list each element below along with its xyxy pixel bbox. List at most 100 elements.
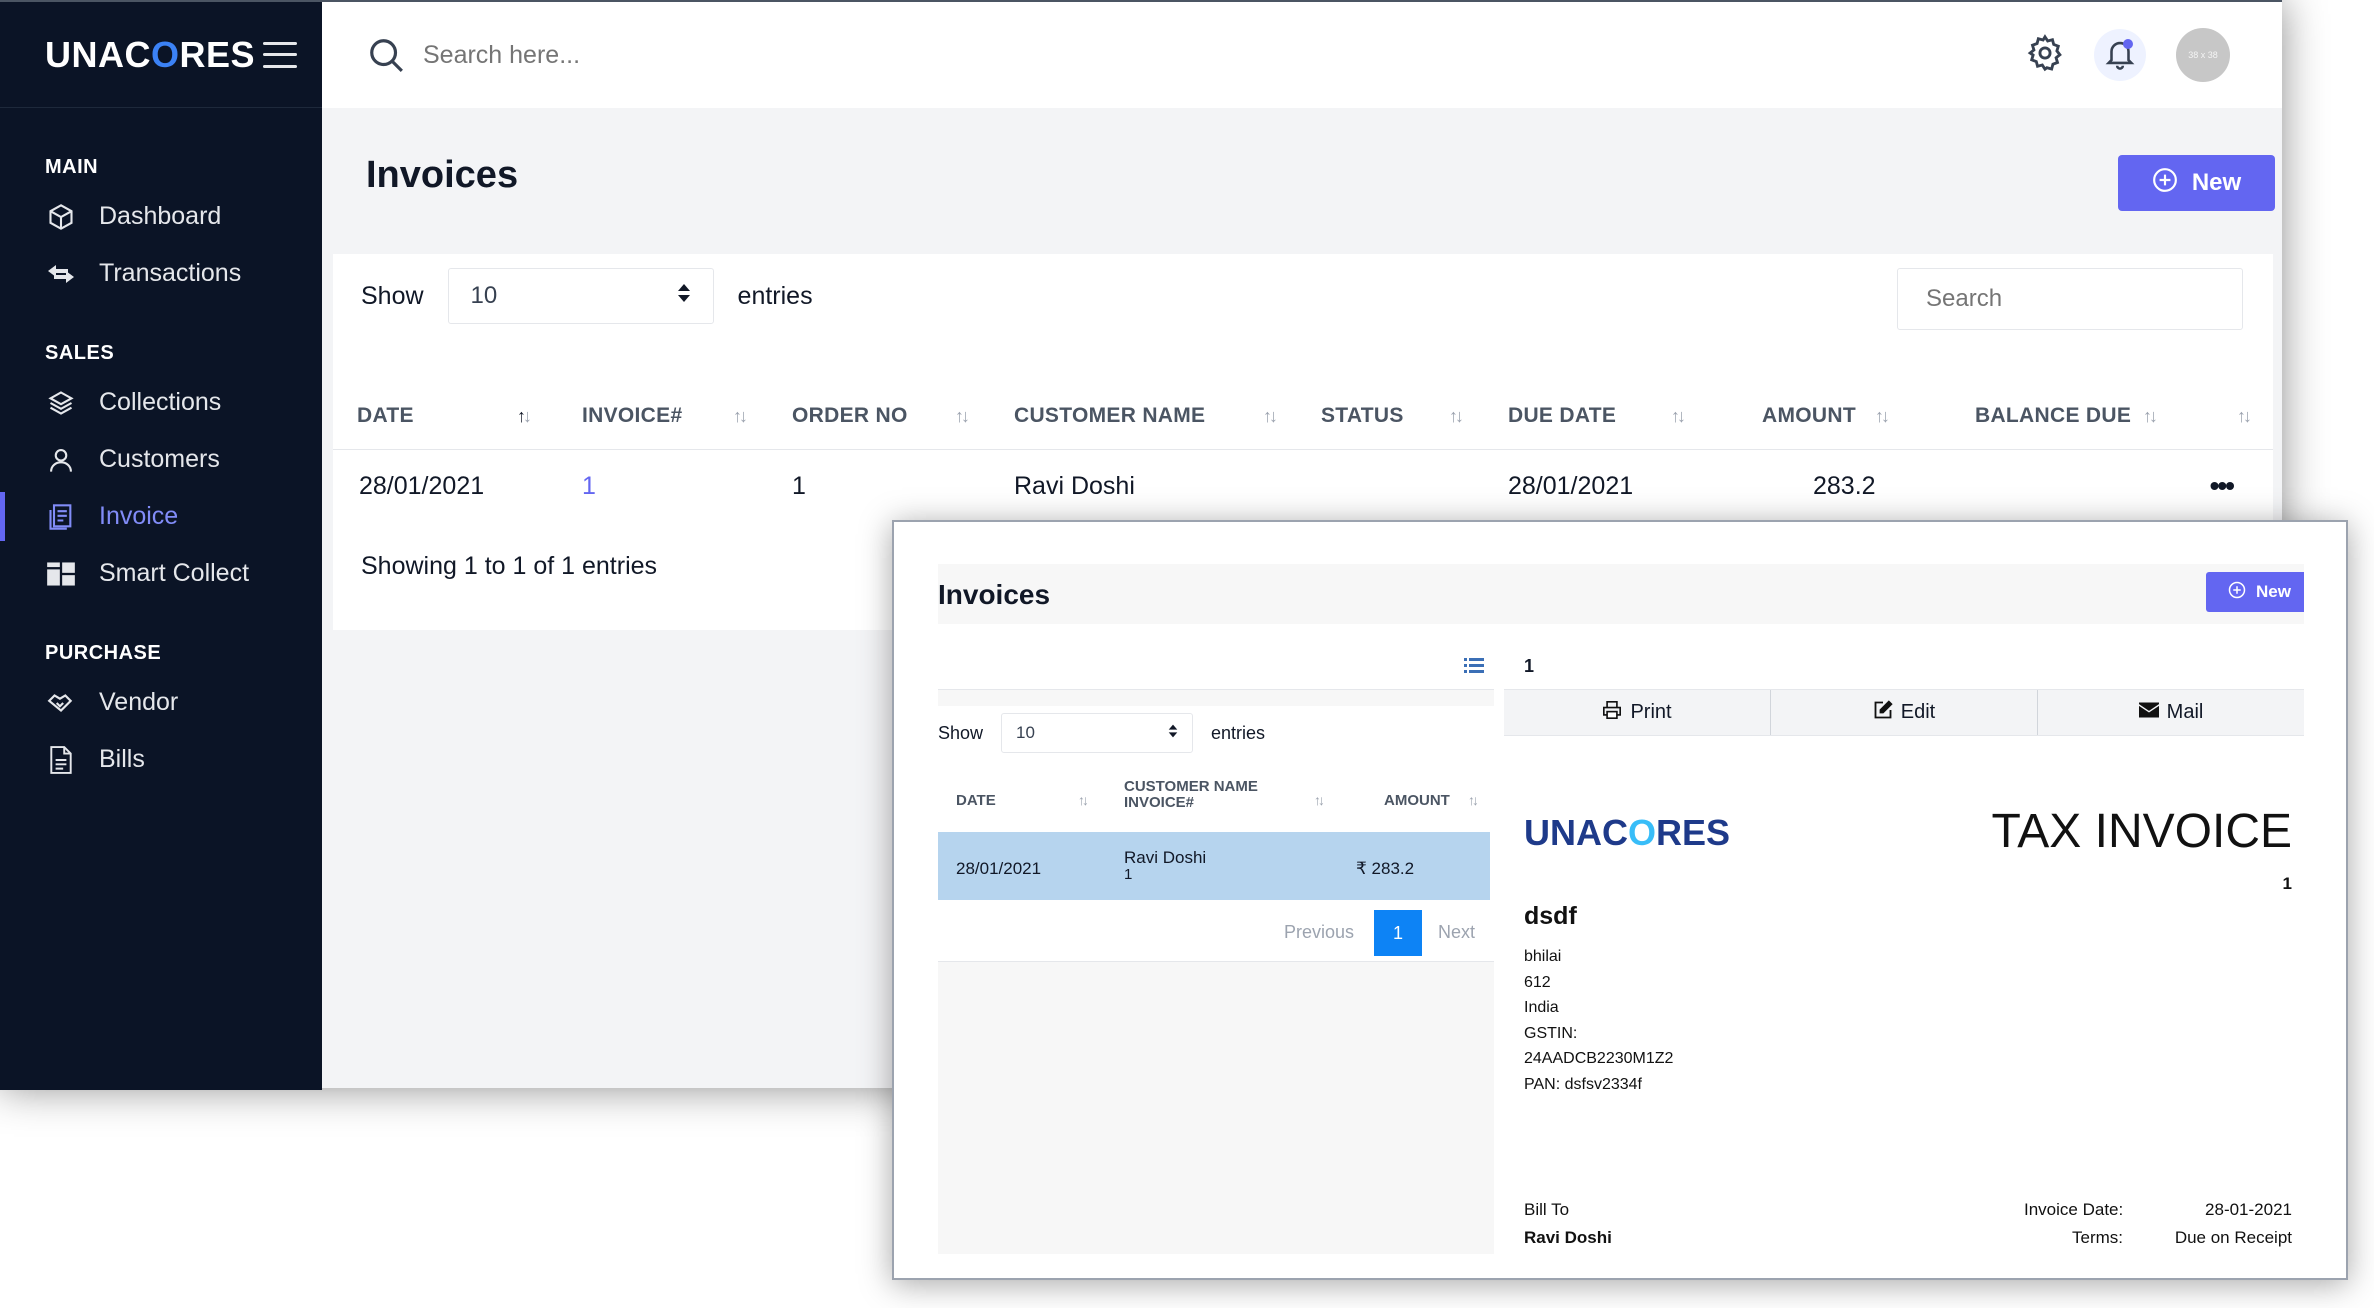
show-label: Show — [361, 281, 424, 310]
nav-section-sales: SALES — [45, 342, 115, 364]
terms-value: Due on Receipt — [2174, 1228, 2292, 1247]
brand-logo[interactable]: UNACORES — [45, 34, 255, 76]
sidebar-item-label: Bills — [99, 745, 145, 773]
entries-control: Show 10 entries — [361, 268, 813, 324]
avatar[interactable]: 38 x 38 — [2176, 28, 2230, 82]
mail-label: Mail — [2166, 701, 2204, 723]
new-invoice-button[interactable]: New — [2118, 155, 2275, 211]
sort-asc-icon[interactable]: ↑↓ — [1078, 792, 1089, 808]
global-search-input[interactable] — [423, 40, 1023, 70]
arrows-exchange-icon — [45, 258, 77, 290]
sidebar-item-label: Smart Collect — [99, 559, 250, 587]
sort-icon[interactable]: ↑↓ — [2237, 406, 2252, 427]
column-order-no[interactable]: ORDER NO — [792, 382, 908, 450]
table-row[interactable]: 28/01/2021 1 1 Ravi Doshi 28/01/2021 283… — [333, 450, 2273, 522]
pagination: Previous 1 Next — [938, 900, 1494, 962]
column-status[interactable]: STATUS — [1321, 382, 1404, 450]
row-actions-more-icon[interactable]: ••• — [2210, 470, 2235, 502]
sidebar-item-label: Customers — [99, 445, 220, 473]
sidebar-item-label: Vendor — [99, 688, 179, 716]
column-date[interactable]: DATE — [956, 768, 996, 832]
user-icon — [45, 444, 77, 476]
cell-invoice-link[interactable]: 1 — [582, 450, 596, 522]
document-icon — [45, 744, 77, 776]
sort-icon[interactable]: ↑↓ — [955, 406, 970, 427]
sidebar-item-transactions[interactable]: Transactions — [0, 245, 322, 302]
notifications-button[interactable] — [2094, 29, 2146, 81]
cell-due-date: 28/01/2021 — [1508, 471, 1634, 500]
sidebar-item-dashboard[interactable]: Dashboard — [0, 188, 322, 245]
column-invoice-number[interactable]: INVOICE# — [1124, 770, 1194, 834]
sort-icon[interactable]: ↑↓ — [1875, 406, 1890, 427]
entries-select[interactable]: 10 — [447, 268, 714, 324]
pagination-previous[interactable]: Previous — [1284, 922, 1354, 943]
preview-header — [938, 564, 2304, 624]
sidebar-item-customers[interactable]: Customers — [0, 431, 322, 488]
invoice-heading: TAX INVOICE — [1991, 805, 2293, 858]
envelope-icon — [2138, 701, 2159, 724]
new-button-label: New — [2191, 169, 2242, 196]
sort-icon[interactable]: ↑↓ — [1263, 406, 1278, 427]
pagination-next[interactable]: Next — [1438, 922, 1475, 943]
sidebar-item-bills[interactable]: Bills — [0, 731, 322, 788]
plus-circle-icon — [2228, 581, 2246, 604]
company-name: dsdf — [1524, 902, 1577, 930]
list-view-icon[interactable] — [1464, 656, 1484, 676]
sort-icon[interactable]: ↑↓ — [1314, 792, 1325, 808]
invoice-icon — [45, 501, 77, 533]
sidebar-item-collections[interactable]: Collections — [0, 374, 322, 431]
bill-to-label: Bill To — [1524, 1200, 1570, 1219]
invoice-date-value: 28-01-2021 — [2205, 1200, 2292, 1219]
pagination-page-current[interactable]: 1 — [1374, 910, 1422, 956]
sort-asc-icon[interactable]: ↑↓ — [517, 406, 532, 427]
sidebar-item-smart-collect[interactable]: Smart Collect — [0, 545, 322, 602]
sidebar-item-vendor[interactable]: Vendor — [0, 674, 322, 731]
sidebar-item-label: Dashboard — [99, 202, 222, 230]
mail-button[interactable]: Mail — [2038, 690, 2304, 735]
column-due-date[interactable]: DUE DATE — [1508, 382, 1616, 450]
top-actions: 38 x 38 — [2026, 28, 2230, 82]
column-customer-name[interactable]: CUSTOMER NAME — [1014, 382, 1205, 450]
column-amount[interactable]: AMOUNT — [1384, 768, 1450, 832]
column-balance-due[interactable]: BALANCE DUE — [1975, 382, 2131, 450]
cell-amount: 283.2 — [1813, 471, 1876, 500]
select-arrows-icon — [1168, 723, 1178, 744]
cell-invoice: 1 — [1124, 866, 1133, 883]
layers-icon — [45, 387, 77, 419]
gear-icon[interactable] — [2026, 33, 2064, 77]
cell-date: 28/01/2021 — [956, 859, 1042, 878]
sort-icon[interactable]: ↑↓ — [2143, 406, 2158, 427]
table-search-input[interactable] — [1897, 268, 2243, 330]
print-button[interactable]: Print — [1504, 690, 1771, 735]
address-line: 24AADCB2230M1Z2 — [1524, 1050, 1674, 1068]
column-amount[interactable]: AMOUNT — [1762, 382, 1856, 450]
notification-dot — [2123, 39, 2133, 49]
cell-date: 28/01/2021 — [359, 471, 485, 500]
sidebar-item-invoice[interactable]: Invoice — [0, 488, 322, 545]
entries-value: 10 — [1016, 723, 1035, 742]
column-date[interactable]: DATE — [357, 382, 414, 450]
hamburger-menu-icon[interactable] — [263, 41, 298, 68]
column-invoice-number[interactable]: INVOICE# — [582, 382, 682, 450]
preview-new-button[interactable]: New — [2206, 572, 2304, 612]
sort-icon[interactable]: ↑↓ — [733, 406, 748, 427]
nav-section-main: MAIN — [45, 156, 99, 178]
cell-order-no: 1 — [792, 471, 806, 500]
sort-icon[interactable]: ↑↓ — [1671, 406, 1686, 427]
table-row-selected[interactable]: 28/01/2021 Ravi Doshi 1 ₹ 283.2 — [938, 832, 1490, 908]
cell-amount: ₹ 283.2 — [1356, 859, 1415, 878]
sort-icon[interactable]: ↑↓ — [1468, 792, 1479, 808]
list-toolbar — [938, 644, 1494, 690]
page-title: Invoices — [366, 154, 519, 196]
show-label: Show — [938, 722, 984, 743]
sort-icon[interactable]: ↑↓ — [1449, 406, 1464, 427]
preview-title: Invoices — [938, 579, 1051, 610]
invoice-list-panel: Show 10 entries DATE ↑↓ CUSTOMER NAME IN… — [938, 644, 1494, 1254]
address-line: PAN: dsfsv2334f — [1524, 1075, 1642, 1093]
edit-button[interactable]: Edit — [1771, 690, 2038, 735]
preview-entries-select[interactable]: 10 — [1001, 713, 1194, 753]
handshake-icon — [45, 687, 77, 719]
search-icon[interactable] — [367, 36, 405, 74]
brand-header: UNACORES — [0, 2, 322, 108]
detail-invoice-id: 1 — [1504, 644, 2304, 690]
